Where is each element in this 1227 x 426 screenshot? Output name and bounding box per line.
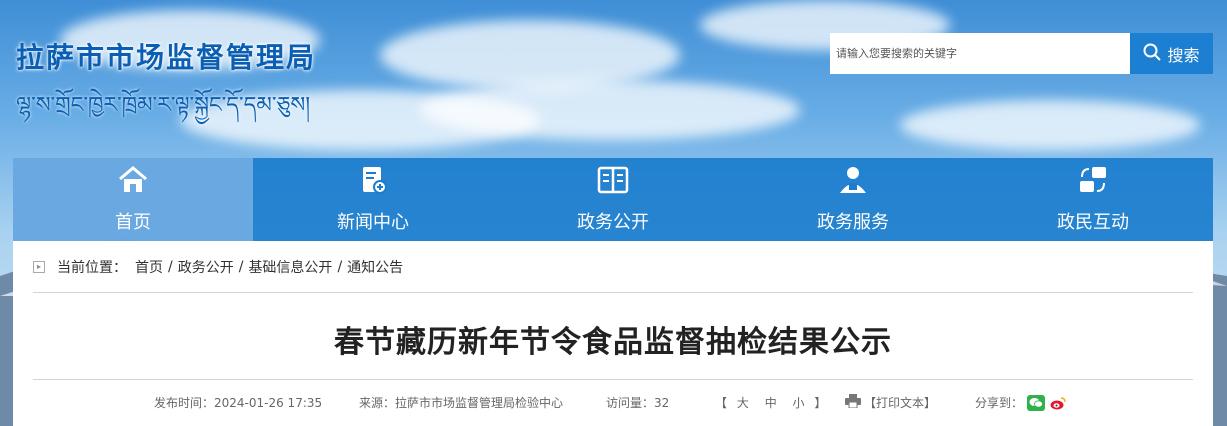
- nav-label-gov-open: 政务公开: [577, 212, 649, 233]
- font-size-bracket-open: 【: [715, 396, 728, 410]
- nav-label-home: 首页: [115, 212, 151, 233]
- site-subtitle: ལྷ་ས་གྲོང་ཁྱེར་ཁྲོམ་ར་ལྟ་སྐྱོང་དོ་དམ་ཅུས…: [16, 93, 311, 118]
- article-title: 春节藏历新年节令食品监督抽检结果公示: [334, 325, 892, 360]
- search-button[interactable]: 搜索: [1130, 33, 1213, 74]
- divider: [33, 379, 1193, 380]
- breadcrumb-link-gov-open[interactable]: 政务公开: [178, 257, 234, 277]
- search-bar: 搜索: [830, 33, 1213, 74]
- search-button-label: 搜索: [1167, 45, 1200, 65]
- location-icon: ▸: [33, 260, 45, 273]
- nav-item-gov-open[interactable]: 政务公开: [493, 158, 733, 241]
- font-size-small-button[interactable]: 小: [793, 396, 805, 410]
- search-input[interactable]: [830, 33, 1130, 74]
- breadcrumb-link-basic-info[interactable]: 基础信息公开: [248, 257, 332, 277]
- print-button[interactable]: 【打印文本】: [845, 394, 936, 411]
- nav-item-gov-service[interactable]: 政务服务: [733, 158, 973, 241]
- font-size-control: 【 大 中 小 】: [715, 394, 826, 411]
- search-icon: [1143, 43, 1162, 65]
- site-title: 拉萨市市场监督管理局: [16, 41, 317, 74]
- content-panel: ▸ 当前位置： 首页 / 政务公开 / 基础信息公开 / 通知公告 春节藏历新年…: [13, 241, 1213, 426]
- nav-item-news[interactable]: 新闻中心: [253, 158, 493, 241]
- nav-label-interaction: 政民互动: [1057, 212, 1129, 233]
- breadcrumb-separator: /: [337, 258, 343, 275]
- nav-item-interaction[interactable]: 政民互动: [973, 158, 1213, 241]
- font-size-medium-button[interactable]: 中: [765, 396, 777, 410]
- home-icon: [116, 165, 150, 200]
- main-nav: 首页 新闻中心 政务公开 政务服务 政民互动: [13, 158, 1213, 241]
- weibo-icon[interactable]: [1049, 395, 1067, 411]
- book-icon: [596, 165, 630, 200]
- nav-label-news: 新闻中心: [337, 212, 409, 233]
- breadcrumb: ▸ 当前位置： 首页 / 政务公开 / 基础信息公开 / 通知公告: [33, 241, 1193, 293]
- printer-icon: [845, 394, 861, 411]
- person-icon: [836, 165, 870, 200]
- breadcrumb-link-notice[interactable]: 通知公告: [347, 257, 403, 277]
- breadcrumb-separator: /: [168, 258, 173, 275]
- article-meta: 发布时间：2024-01-26 17:35 来源：拉萨市市场监督管理局检验中心 …: [33, 391, 1193, 413]
- publish-time: 发布时间：2024-01-26 17:35: [154, 396, 323, 410]
- share-section: 分享到：: [975, 394, 1067, 411]
- wechat-icon[interactable]: [1027, 394, 1046, 411]
- article-source: 来源：拉萨市市场监督管理局检验中心: [359, 396, 564, 410]
- font-size-bracket-close: 】: [814, 396, 827, 410]
- share-label: 分享到：: [975, 396, 1024, 410]
- breadcrumb-prefix: 当前位置：: [57, 259, 127, 276]
- news-icon: [356, 165, 390, 200]
- print-label: 【打印文本】: [864, 396, 937, 410]
- view-count: 访问量：32: [606, 396, 670, 410]
- font-size-large-button[interactable]: 大: [737, 396, 749, 410]
- breadcrumb-link-home[interactable]: 首页: [135, 257, 163, 277]
- nav-label-gov-service: 政务服务: [817, 212, 889, 233]
- exchange-icon: [1076, 165, 1110, 200]
- breadcrumb-separator: /: [238, 258, 244, 275]
- nav-item-home[interactable]: 首页: [13, 158, 253, 241]
